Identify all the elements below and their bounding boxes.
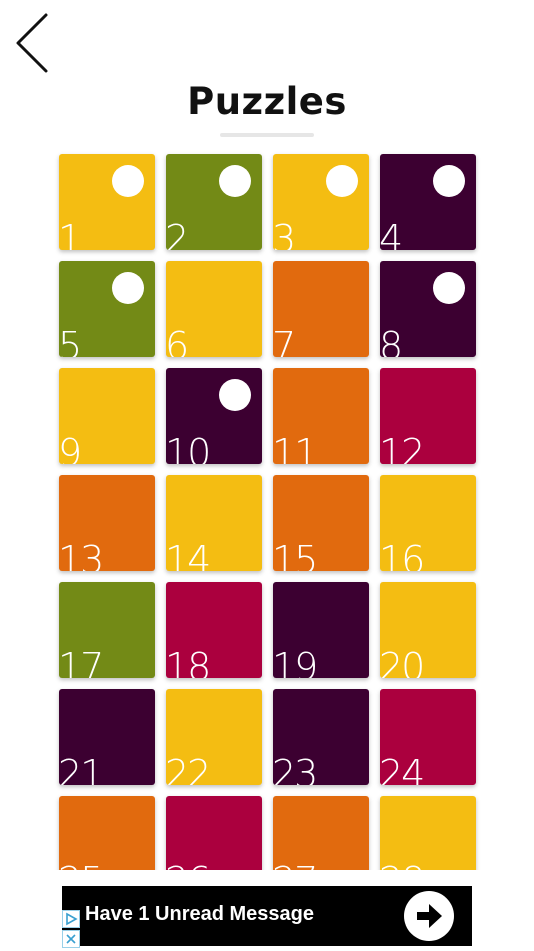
puzzle-number: 18 — [166, 645, 211, 678]
completed-dot-icon — [433, 165, 465, 197]
completed-dot-icon — [219, 379, 251, 411]
puzzle-tile[interactable]: 8 — [380, 261, 476, 357]
puzzle-number: 7 — [273, 324, 296, 357]
puzzle-number: 21 — [59, 752, 104, 785]
back-button[interactable] — [10, 12, 54, 74]
puzzle-number: 4 — [380, 217, 403, 250]
puzzle-tile[interactable]: 2 — [166, 154, 262, 250]
puzzle-tile[interactable]: 12 — [380, 368, 476, 464]
puzzle-number: 17 — [59, 645, 104, 678]
puzzle-tile[interactable]: 16 — [380, 475, 476, 571]
puzzle-tile[interactable]: 26 — [166, 796, 262, 870]
puzzle-tile[interactable]: 27 — [273, 796, 369, 870]
puzzle-tile[interactable]: 17 — [59, 582, 155, 678]
puzzle-number: 11 — [273, 431, 318, 464]
puzzle-number: 2 — [166, 217, 189, 250]
puzzle-tile[interactable]: 21 — [59, 689, 155, 785]
chevron-left-icon — [16, 13, 48, 73]
ad-banner[interactable]: Have 1 Unread Message — [62, 886, 472, 946]
puzzle-number: 12 — [380, 431, 425, 464]
puzzle-number: 13 — [59, 538, 104, 571]
puzzle-tile[interactable]: 1 — [59, 154, 155, 250]
completed-dot-icon — [433, 272, 465, 304]
arrow-right-icon[interactable] — [404, 891, 454, 941]
puzzle-number: 20 — [380, 645, 425, 678]
puzzle-tile[interactable]: 10 — [166, 368, 262, 464]
puzzle-tile[interactable]: 18 — [166, 582, 262, 678]
puzzle-number: 23 — [273, 752, 318, 785]
puzzle-tile[interactable]: 15 — [273, 475, 369, 571]
completed-dot-icon — [326, 165, 358, 197]
puzzle-number: 28 — [380, 862, 425, 870]
puzzle-tile[interactable]: 13 — [59, 475, 155, 571]
puzzle-number: 8 — [380, 324, 403, 357]
close-icon[interactable] — [62, 930, 80, 948]
puzzle-number: 16 — [380, 538, 425, 571]
puzzle-tile[interactable]: 22 — [166, 689, 262, 785]
completed-dot-icon — [219, 165, 251, 197]
puzzle-number: 26 — [166, 862, 211, 870]
puzzle-tile[interactable]: 25 — [59, 796, 155, 870]
puzzle-number: 1 — [59, 217, 82, 250]
puzzle-number: 27 — [273, 862, 318, 870]
page-title: Puzzles — [187, 80, 347, 123]
puzzle-tile[interactable]: 7 — [273, 261, 369, 357]
puzzle-tile[interactable]: 9 — [59, 368, 155, 464]
puzzle-number: 10 — [166, 431, 211, 464]
puzzle-tile[interactable]: 24 — [380, 689, 476, 785]
puzzle-number: 25 — [59, 862, 104, 870]
puzzle-tile[interactable]: 11 — [273, 368, 369, 464]
puzzle-number: 24 — [380, 752, 425, 785]
puzzle-number: 9 — [59, 431, 82, 464]
puzzle-number: 14 — [166, 538, 211, 571]
completed-dot-icon — [112, 165, 144, 197]
puzzle-tile[interactable]: 5 — [59, 261, 155, 357]
puzzle-tile[interactable]: 23 — [273, 689, 369, 785]
puzzle-tile[interactable]: 20 — [380, 582, 476, 678]
puzzle-tile[interactable]: 19 — [273, 582, 369, 678]
puzzle-grid-scroll-area[interactable]: 1234567891011121314151617181920212223242… — [0, 150, 534, 870]
puzzle-tile[interactable]: 6 — [166, 261, 262, 357]
ad-text: Have 1 Unread Message — [85, 903, 315, 925]
puzzle-tile[interactable]: 14 — [166, 475, 262, 571]
puzzle-tile[interactable]: 3 — [273, 154, 369, 250]
puzzle-tile[interactable]: 28 — [380, 796, 476, 870]
completed-dot-icon — [112, 272, 144, 304]
puzzle-number: 15 — [273, 538, 318, 571]
puzzle-number: 5 — [59, 324, 82, 357]
puzzle-number: 6 — [166, 324, 189, 357]
puzzle-number: 19 — [273, 645, 318, 678]
puzzle-grid: 1234567891011121314151617181920212223242… — [59, 154, 476, 870]
puzzle-tile[interactable]: 4 — [380, 154, 476, 250]
adchoices-icon[interactable] — [62, 910, 80, 928]
puzzle-number: 22 — [166, 752, 211, 785]
title-underline — [220, 133, 314, 137]
puzzle-number: 3 — [273, 217, 296, 250]
